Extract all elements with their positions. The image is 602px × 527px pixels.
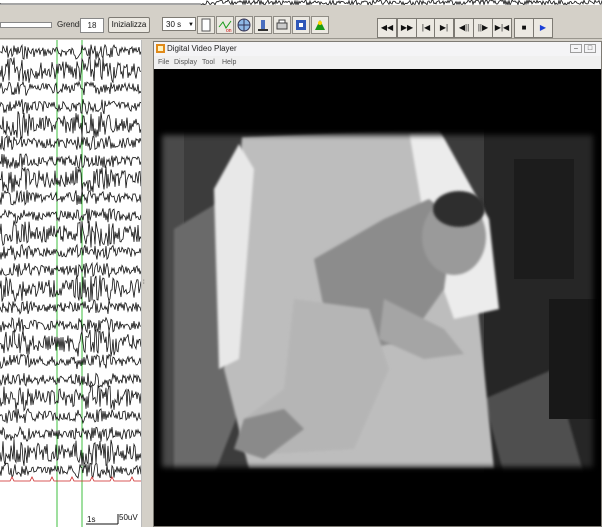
eeg-channel-trace <box>0 166 141 193</box>
eeg-channel-trace <box>0 111 141 139</box>
eeg-channel-trace <box>0 462 141 479</box>
grendi-field[interactable]: 18 <box>80 18 104 33</box>
eeg-trace-svg <box>0 40 141 527</box>
split-button[interactable]: ▶|◀ <box>492 18 512 38</box>
time-scale-label: 1s <box>87 515 96 524</box>
eeg-channel-trace <box>0 189 141 206</box>
to-end-button[interactable]: ▶| <box>434 18 454 38</box>
eeg-channel-trace <box>0 261 141 279</box>
main-toolbar: Grendi 18 Inizializza 30 s ▼ on ◀◀ ▶▶ |◀… <box>0 5 602 39</box>
fast-forward-button[interactable]: ▶▶ <box>397 18 417 38</box>
app-icon <box>156 44 165 53</box>
print-icon[interactable] <box>273 16 291 34</box>
video-player-window: Digital Video Player – □ File Display To… <box>153 41 602 527</box>
video-frame[interactable] <box>154 69 601 526</box>
menu-file[interactable]: File <box>158 59 169 66</box>
eeg-channel-trace <box>0 316 141 334</box>
eeg-channel-trace <box>0 328 141 357</box>
globe-icon[interactable] <box>235 16 253 34</box>
minimize-icon[interactable]: – <box>570 44 582 53</box>
timebase-select[interactable]: 30 s ▼ <box>162 17 196 31</box>
person-hair <box>433 191 485 227</box>
menu-tool[interactable]: Tool <box>202 59 215 66</box>
eeg-channel-trace <box>0 353 141 369</box>
eeg-trace-pane[interactable] <box>0 40 142 527</box>
trace-off-icon-svg: on <box>218 20 232 34</box>
rewind-button[interactable]: ◀◀ <box>377 18 397 38</box>
eeg-channel-trace <box>0 208 141 225</box>
to-start-button[interactable]: |◀ <box>416 18 436 38</box>
step-back-button[interactable]: ◀|| <box>454 18 474 38</box>
grendi-label: Grendi <box>57 20 82 29</box>
scroll-grip-icon: ⁞ <box>143 280 145 286</box>
eeg-channel-trace <box>0 99 141 116</box>
marker-icon[interactable] <box>254 16 272 34</box>
eeg-channel-trace <box>0 299 141 315</box>
export-icon-svg <box>296 20 306 30</box>
initialize-button[interactable]: Inizializza <box>108 17 150 33</box>
exit-icon[interactable] <box>311 16 329 34</box>
document-icon[interactable] <box>197 16 215 34</box>
eeg-channel-trace <box>0 153 141 170</box>
eeg-channel-trace <box>0 80 141 96</box>
eeg-channel-trace <box>0 384 141 413</box>
play-button[interactable]: ▶ <box>533 18 553 38</box>
eeg-channel-trace <box>0 275 141 303</box>
chevron-down-icon: ▼ <box>188 22 194 28</box>
eeg-channel-trace <box>0 439 141 467</box>
eeg-scrollbar[interactable]: ⁞ <box>141 40 149 527</box>
eeg-channel-trace <box>0 425 141 443</box>
video-titlebar[interactable]: Digital Video Player – □ <box>154 42 601 56</box>
video-menubar: File Display Tool Help <box>154 56 601 69</box>
menu-help[interactable]: Help <box>222 59 236 66</box>
eeg-channel-trace <box>0 408 141 425</box>
eeg-channel-trace <box>0 372 141 388</box>
print-icon-svg <box>276 19 288 30</box>
marker-icon-svg <box>258 20 268 31</box>
timebase-value: 30 s <box>166 20 182 29</box>
exit-icon-svg <box>315 20 325 30</box>
step-forward-button[interactable]: ||▶ <box>473 18 493 38</box>
video-frame-svg <box>154 119 601 483</box>
trace-off-icon[interactable]: on <box>216 16 234 34</box>
export-icon[interactable] <box>292 16 310 34</box>
stop-button[interactable]: ■ <box>514 18 534 38</box>
equipment-stand <box>514 159 574 279</box>
eeg-channel-trace <box>0 43 141 60</box>
eeg-channel-trace <box>0 56 141 84</box>
globe-icon-svg <box>237 18 251 32</box>
eeg-channel-trace <box>0 134 141 152</box>
event-marker-line <box>0 476 141 482</box>
amplitude-scale-label: 50uV <box>119 513 138 522</box>
document-icon-svg <box>201 18 211 32</box>
eeg-channel-trace <box>0 243 141 262</box>
maximize-icon[interactable]: □ <box>584 44 596 53</box>
position-slider[interactable] <box>0 22 52 28</box>
menu-display[interactable]: Display <box>174 59 197 66</box>
svg-text:on: on <box>226 28 232 33</box>
eeg-channel-trace <box>0 220 141 248</box>
video-window-title: Digital Video Player <box>167 44 237 53</box>
